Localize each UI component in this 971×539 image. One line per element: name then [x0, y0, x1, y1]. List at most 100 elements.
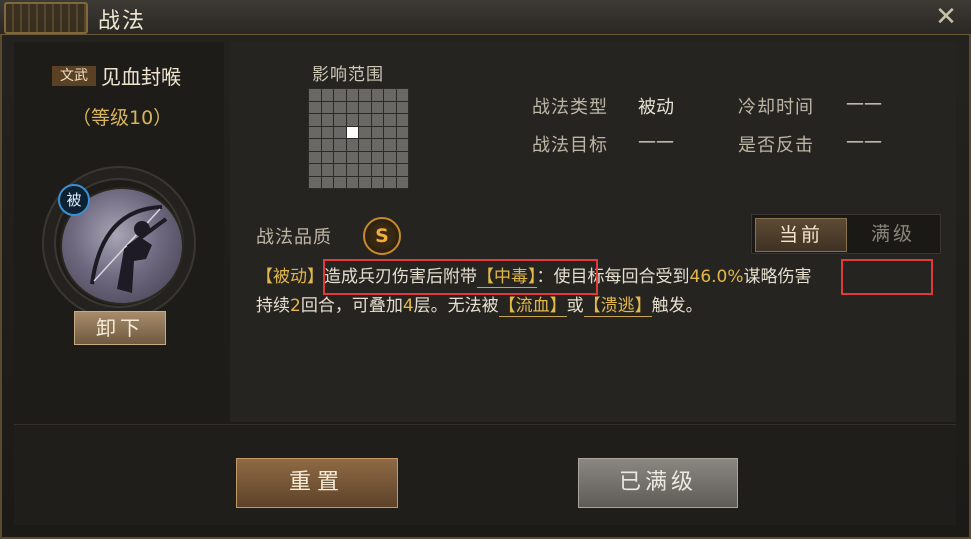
- desc-strategy-damage: 谋略伤害: [743, 267, 812, 287]
- range-cell: [396, 89, 408, 101]
- range-cell: [334, 114, 346, 126]
- skill-name: 见血封喉: [101, 65, 181, 89]
- range-cell: [334, 164, 346, 176]
- range-cell: [346, 176, 358, 188]
- counterattack-label: 是否反击: [738, 135, 814, 156]
- range-cell: [396, 101, 408, 113]
- range-cell: [371, 126, 383, 138]
- skill-level: （等级10）: [72, 107, 173, 129]
- range-cell: [321, 151, 333, 163]
- range-cell: [371, 164, 383, 176]
- range-cell: [321, 114, 333, 126]
- range-cell: [346, 151, 358, 163]
- range-cell: [384, 114, 396, 126]
- range-cell: [371, 176, 383, 188]
- desc-bleed-keyword: 【流血】: [498, 296, 567, 317]
- range-cell: [346, 89, 358, 101]
- desc-text: 造成兵刃伤害后附带: [324, 267, 477, 287]
- range-cell: [396, 164, 408, 176]
- desc-duration: 2: [290, 296, 301, 316]
- range-cell: [334, 126, 346, 138]
- range-cell: [359, 151, 371, 163]
- range-cell: [309, 164, 321, 176]
- range-cell: [371, 101, 383, 113]
- range-cell: [321, 89, 333, 101]
- range-cell: [346, 139, 358, 151]
- range-cell: [384, 89, 396, 101]
- title-bar: 战法 ✕: [0, 0, 971, 35]
- range-cell: [334, 151, 346, 163]
- unequip-button[interactable]: 卸下: [74, 311, 166, 345]
- range-cell: [309, 151, 321, 163]
- maxed-button: 已满级: [578, 458, 738, 508]
- range-cell: [384, 126, 396, 138]
- range-cell: [384, 164, 396, 176]
- range-cell: [396, 151, 408, 163]
- desc-passive-keyword: 【被动】: [256, 267, 324, 287]
- range-cell: [309, 126, 321, 138]
- desc-text: 回合，可叠加: [300, 296, 403, 316]
- range-label: 影响范围: [312, 65, 384, 85]
- desc-stacks: 4: [402, 296, 414, 316]
- range-cell: [371, 114, 383, 126]
- range-cell: [396, 114, 408, 126]
- desc-text: 层。无法被: [413, 296, 499, 316]
- cooldown-label: 冷却时间: [738, 97, 814, 118]
- skill-description: 【被动】造成兵刃伤害后附带【中毒】：使目标每回合受到46.0%谋略伤害持续2回合…: [256, 263, 946, 321]
- range-cell: [359, 176, 371, 188]
- desc-text: ：使目标每回合受到: [536, 267, 690, 287]
- close-icon[interactable]: ✕: [932, 4, 960, 30]
- reset-button[interactable]: 重置: [236, 458, 398, 508]
- quality-label: 战法品质: [256, 227, 332, 248]
- range-cell: [321, 176, 333, 188]
- range-cell: [334, 101, 346, 113]
- desc-text: 触发。: [651, 296, 703, 316]
- desc-text: 持续: [256, 296, 290, 316]
- range-cell: [346, 101, 358, 113]
- range-cell: [359, 139, 371, 151]
- range-cell: [371, 89, 383, 101]
- quality-grade-badge: S: [363, 217, 401, 255]
- title-ornament: [4, 2, 88, 34]
- range-cell: [371, 151, 383, 163]
- range-cell: [321, 164, 333, 176]
- range-cell: [334, 139, 346, 151]
- range-cell: [359, 126, 371, 138]
- range-cell: [396, 126, 408, 138]
- action-bar: [14, 424, 956, 525]
- range-cell: [384, 176, 396, 188]
- counterattack-value: ——: [846, 131, 882, 152]
- range-cell: [359, 89, 371, 101]
- skill-target-label: 战法目标: [532, 135, 608, 156]
- range-cell: [396, 139, 408, 151]
- range-grid: [308, 88, 409, 189]
- tab-max-level[interactable]: 满级: [848, 218, 938, 250]
- range-cell: [309, 89, 321, 101]
- range-cell: [346, 114, 358, 126]
- desc-rout-keyword: 【溃逃】: [583, 296, 652, 317]
- range-cell: [371, 139, 383, 151]
- passive-badge: 被: [58, 184, 90, 216]
- skill-type-tag: 文武: [52, 66, 96, 86]
- range-cell-active: [346, 126, 358, 138]
- range-cell: [359, 114, 371, 126]
- range-cell: [359, 164, 371, 176]
- skill-type-label: 战法类型: [532, 97, 608, 118]
- desc-text: 或: [566, 296, 584, 316]
- range-cell: [321, 101, 333, 113]
- range-cell: [321, 126, 333, 138]
- cooldown-value: ——: [846, 93, 882, 114]
- desc-percent: 46.0%: [689, 267, 744, 287]
- skill-type-value: 被动: [638, 97, 674, 118]
- range-cell: [334, 89, 346, 101]
- range-cell: [396, 176, 408, 188]
- level-tabs: 当前 满级: [751, 214, 941, 254]
- tab-current[interactable]: 当前: [755, 218, 847, 252]
- range-cell: [359, 101, 371, 113]
- range-cell: [309, 139, 321, 151]
- range-cell: [346, 164, 358, 176]
- range-cell: [384, 139, 396, 151]
- desc-poison-keyword: 【中毒】: [477, 267, 537, 288]
- range-cell: [334, 176, 346, 188]
- range-cell: [309, 176, 321, 188]
